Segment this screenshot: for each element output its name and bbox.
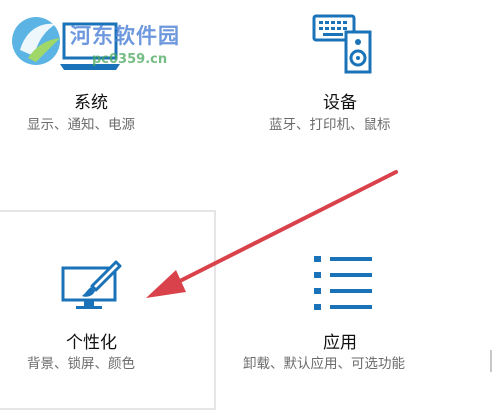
settings-tile-personalization[interactable]: 个性化 背景、锁屏、颜色	[0, 212, 215, 405]
apps-title: 应用	[323, 333, 357, 353]
watermark-title: 河东软件园	[70, 24, 180, 48]
personalization-subtitle: 背景、锁屏、颜色	[27, 356, 135, 372]
monitor-brush-icon	[61, 260, 122, 309]
keyboard-speaker-icon	[312, 14, 372, 74]
personalization-title: 个性化	[66, 333, 117, 353]
watermark: 河东软件园 pc0359.cn	[6, 12, 206, 70]
watermark-logo-icon	[12, 17, 60, 65]
devices-subtitle: 蓝牙、打印机、鼠标	[269, 117, 391, 133]
next-tile-edge	[490, 350, 492, 372]
watermark-url: pc0359.cn	[92, 52, 168, 67]
system-subtitle: 显示、通知、电源	[27, 117, 135, 133]
settings-tile-apps[interactable]: 应用 卸载、默认应用、可选功能	[230, 212, 492, 405]
list-icon	[314, 256, 372, 310]
settings-tile-devices[interactable]: 设备 蓝牙、打印机、鼠标	[250, 0, 490, 205]
devices-title: 设备	[323, 93, 357, 113]
apps-subtitle: 卸载、默认应用、可选功能	[243, 356, 405, 372]
system-title: 系统	[74, 93, 108, 113]
